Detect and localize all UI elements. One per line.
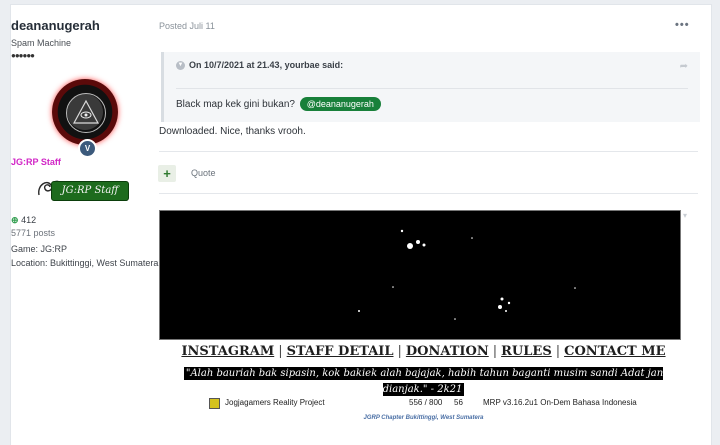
quote-button[interactable]: Quote [191,168,216,178]
server-status-banner[interactable]: Jogjagamers Reality Project 556 / 800 56… [209,398,649,410]
quote-header-text: On 10/7/2021 at 21.43, yourbae said: [189,60,344,70]
chapter-caption: JGRP Chapter Bukittinggi, West Sumatera [363,415,484,421]
plus-circle-icon: ⊕ [11,215,19,225]
motto-text: "Alah bauriah bak sipasin, kok bakiek al… [183,367,664,396]
link-rules[interactable]: RULES [501,344,552,359]
user-mention[interactable]: @deananugerah [299,97,381,111]
signature-motto: "Alah bauriah bak sipasin, kok bakiek al… [161,366,686,398]
server-icon [209,398,220,409]
rank-pips: ●●●●●● [11,51,35,60]
author-group: JG:RP Staff [11,157,61,167]
author-username[interactable]: deananugerah [11,18,159,33]
link-separator: | [278,344,283,359]
chevron-down-icon: ▾ [683,211,688,220]
server-players: 556 / 800 [409,398,443,407]
staff-banner-text: JG:RP Staff [51,181,129,201]
link-separator: | [555,344,561,359]
staff-badge-icon: V [78,139,97,158]
quote-divider [176,88,688,89]
post-body-text: Downloaded. Nice, thanks vrooh. [159,126,306,137]
link-staff-detail[interactable]: STAFF DETAIL [287,344,394,359]
server-mode: MRP v3.16.2u1 On-Dem Bahasa Indonesia [483,398,637,407]
signature-banner-image [159,210,681,340]
post-card: deananugerah Spam Machine ●●●●●● V JG:RP… [10,4,712,445]
author-avatar[interactable] [52,79,118,145]
server-name: Jogjagamers Reality Project [225,398,325,407]
share-arrow-icon[interactable]: ➦ [680,61,688,72]
multiquote-plus-button[interactable]: + [158,165,176,182]
ellipsis-icon[interactable]: ••• [675,19,690,31]
divider [159,151,698,152]
link-separator: | [397,344,402,359]
author-rank: Spam Machine [11,38,72,48]
reputation[interactable]: ⊕ 412 [11,215,159,226]
link-donation[interactable]: DONATION [406,344,489,359]
post-count: 5771 posts [11,228,56,238]
chevron-down-icon[interactable]: ▼ [176,61,185,71]
staff-banner-image: JG:RP Staff [35,175,133,205]
signature-links: INSTAGRAM | STAFF DETAIL | DONATION | RULES | CO… [161,344,686,359]
author-info: Game: JG:RP Location: Bukittinggi, West … [11,242,159,270]
reputation-value: 412 [21,215,37,225]
link-separator: | [492,344,498,359]
author-game: Game: JG:RP [11,244,68,254]
author-location: Location: Bukittinggi, West Sumatera [11,258,159,268]
quote-text: Black map kek gini bukan? [176,99,295,110]
eye-pyramid-icon [66,93,106,133]
quote-citation: ▼ On 10/7/2021 at 21.43, yourbae said: [176,60,344,71]
post-date[interactable]: Posted Juli 11 [159,21,215,31]
link-instagram[interactable]: INSTAGRAM [181,344,274,359]
server-ping: 56 [454,398,463,407]
quote-body: Black map kek gini bukan? @deananugerah [176,97,381,111]
quote-block: ▼ On 10/7/2021 at 21.43, yourbae said: ➦ … [161,52,700,122]
link-contact-me[interactable]: CONTACT ME [564,344,665,359]
divider [159,193,698,194]
